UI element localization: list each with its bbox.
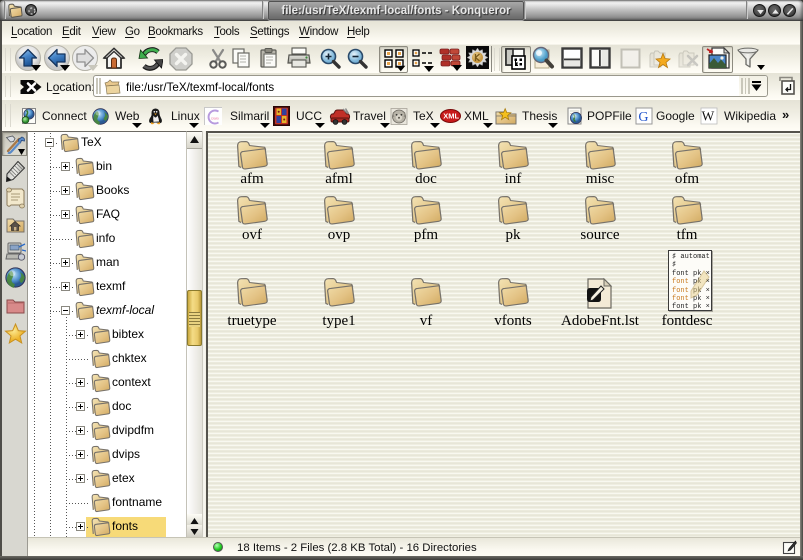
svg-text:XML: XML [443, 112, 459, 121]
svg-text:W: W [702, 109, 715, 124]
svg-text:Gaia: Gaia [211, 117, 219, 121]
svg-text:G: G [638, 110, 648, 125]
